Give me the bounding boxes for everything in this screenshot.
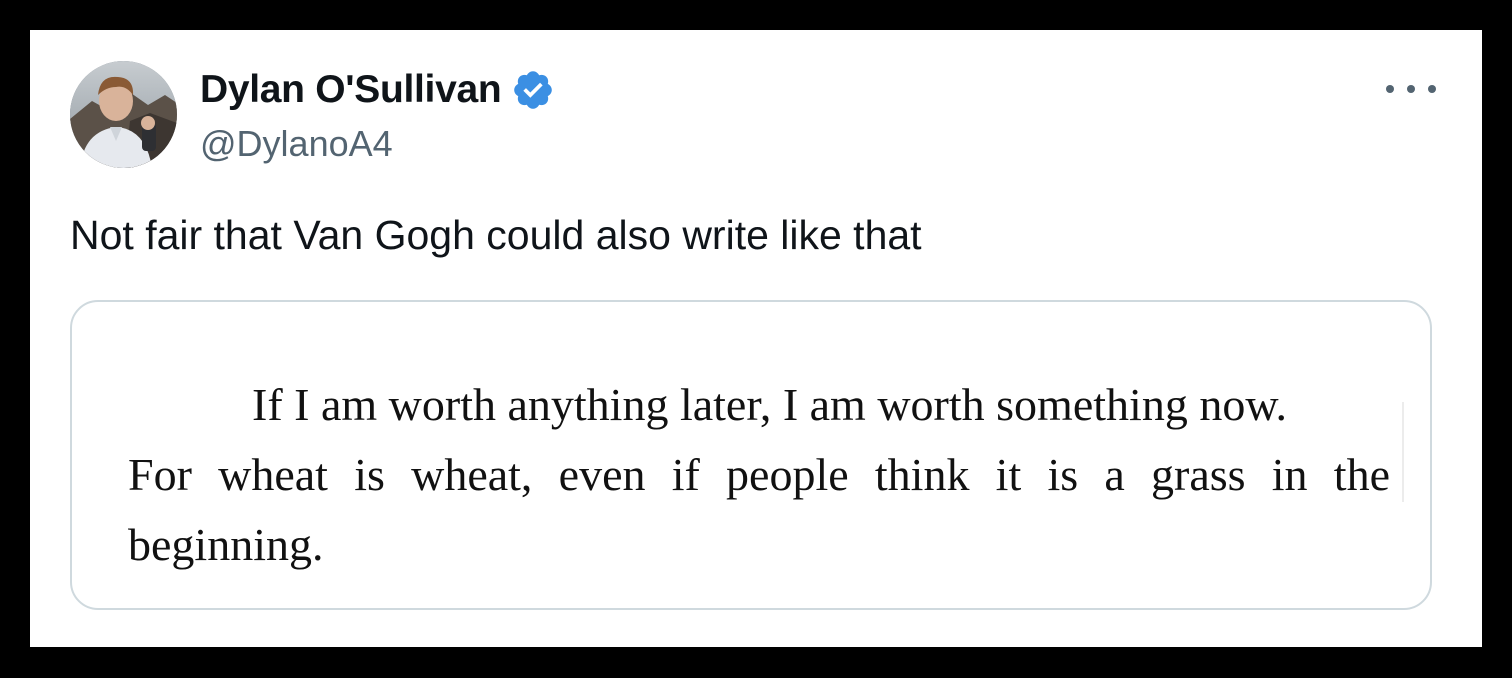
tweet-text: Not fair that Van Gogh could also write … [70,212,922,258]
more-options-icon[interactable] [1386,78,1436,100]
tweet-card[interactable]: Dylan O'Sullivan @DylanoA4 Not fair that… [30,30,1482,647]
author-name-row[interactable]: Dylan O'Sullivan [200,66,555,114]
avatar[interactable] [70,61,177,168]
image-edge-divider [1402,402,1404,502]
verified-badge-icon [514,71,553,109]
quote-line: beginning. [128,519,324,570]
quote-line: If I am worth anything later, I am worth… [252,379,1288,430]
dot-icon [1428,85,1436,93]
author-handle[interactable]: @DylanoA4 [200,123,393,165]
author-display-name[interactable]: Dylan O'Sullivan [200,68,502,112]
quote-line: For wheat is wheat, even if people think… [128,449,1390,500]
dot-icon [1407,85,1415,93]
tweet-media-image[interactable]: If I am worth anything later, I am worth… [70,300,1432,610]
quote-text: If I am worth anything later, I am worth… [128,370,1390,580]
profile-photo-icon [70,61,177,168]
dot-icon [1386,85,1394,93]
screenshot-frame: Dylan O'Sullivan @DylanoA4 Not fair that… [0,0,1512,678]
